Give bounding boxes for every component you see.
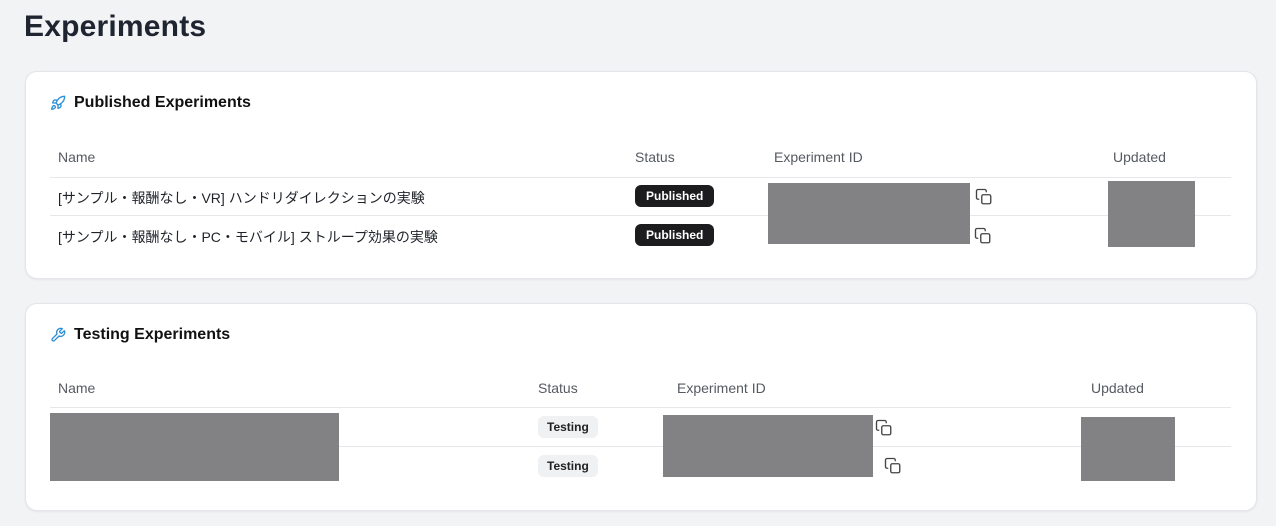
status-badge: Published (635, 224, 715, 246)
row-divider (50, 215, 1231, 216)
redacted-experiment-id (768, 183, 970, 244)
copy-icon (974, 227, 991, 244)
wrench-icon (50, 327, 66, 343)
copy-id-button[interactable] (974, 227, 992, 245)
redacted-experiment-id (663, 415, 873, 477)
experiment-name[interactable]: [サンプル・報酬なし・PC・モバイル] ストループ効果の実験 (58, 227, 438, 247)
published-card-title: Published Experiments (74, 94, 251, 111)
copy-id-button[interactable] (975, 188, 993, 206)
rocket-icon (50, 95, 66, 111)
col-header-status: Status (538, 380, 578, 396)
status-badge: Testing (538, 455, 598, 477)
copy-icon (875, 419, 892, 436)
testing-card-title: Testing Experiments (74, 326, 231, 343)
page-title: Experiments (24, 10, 207, 43)
status-badge: Testing (538, 416, 598, 438)
copy-icon (884, 457, 901, 474)
col-header-experiment-id: Experiment ID (774, 149, 863, 165)
col-header-experiment-id: Experiment ID (677, 380, 766, 396)
redacted-updated (1081, 417, 1175, 481)
copy-icon (975, 188, 992, 205)
redacted-experiment-name (50, 413, 339, 481)
col-header-name: Name (58, 149, 96, 165)
copy-id-button[interactable] (875, 419, 893, 437)
col-header-status: Status (635, 149, 675, 165)
status-badge: Published (635, 185, 715, 207)
experiment-name[interactable]: [サンプル・報酬なし・VR] ハンドリダイレクションの実験 (58, 188, 425, 208)
testing-card-header: Testing Experiments (50, 326, 230, 344)
col-header-updated: Updated (1091, 380, 1144, 396)
copy-id-button[interactable] (884, 457, 902, 475)
header-divider (50, 177, 1231, 178)
published-card-header: Published Experiments (50, 94, 251, 112)
redacted-updated (1108, 181, 1195, 247)
col-header-name: Name (58, 380, 96, 396)
header-divider (50, 407, 1231, 408)
published-experiments-card: Published Experiments Name Status Experi… (25, 71, 1257, 279)
col-header-updated: Updated (1113, 149, 1166, 165)
testing-experiments-card: Testing Experiments Name Status Experime… (25, 303, 1257, 511)
